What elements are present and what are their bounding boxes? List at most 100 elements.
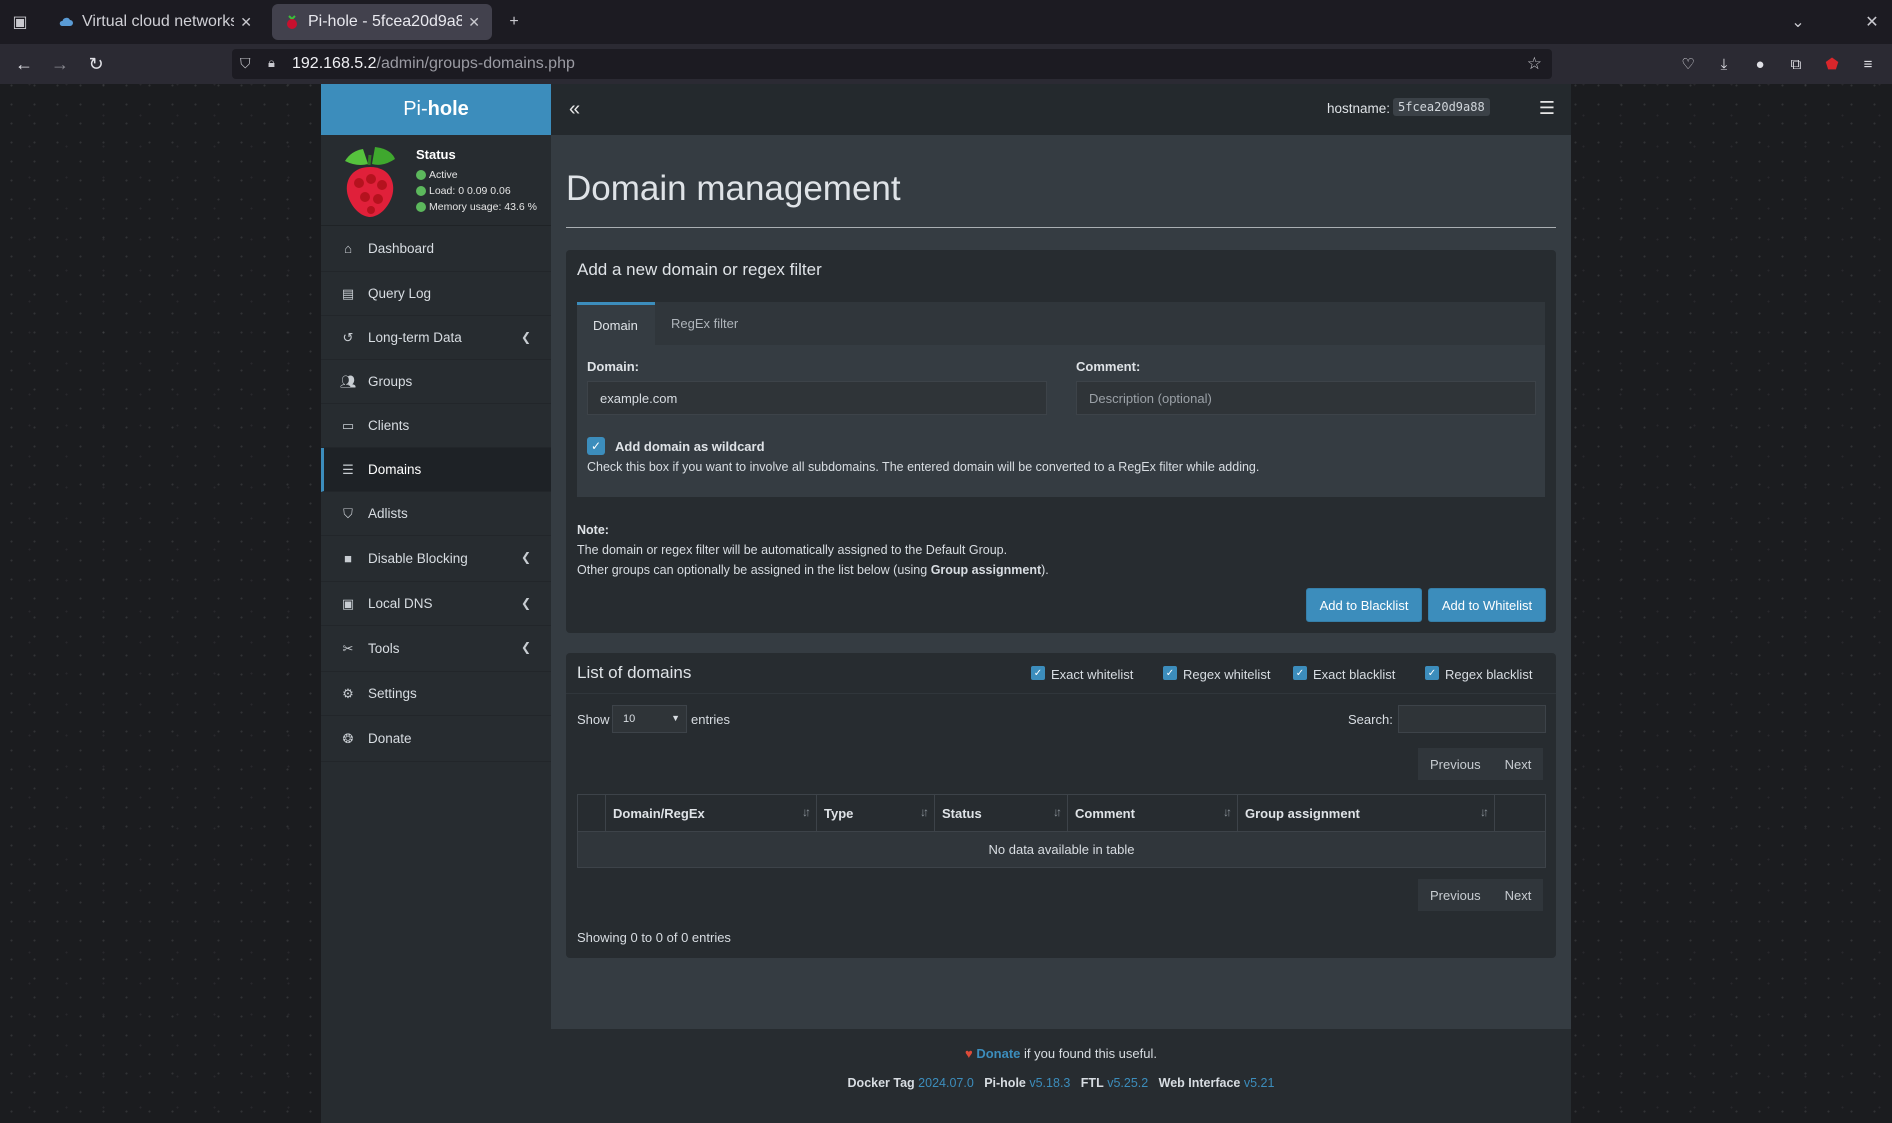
column-status[interactable]: Status ↓↑ — [935, 795, 1068, 831]
reload-icon[interactable]: ↻ — [84, 52, 108, 76]
tab-list-icon[interactable]: ▣ — [8, 10, 32, 34]
chevron-left-icon: ❮ — [520, 596, 531, 610]
file-icon: ▤ — [341, 285, 355, 301]
sidebar-item-tools[interactable]: ✂ Tools ❮ — [321, 626, 551, 672]
regex-whitelist-checkbox[interactable]: ✓ — [1163, 666, 1177, 680]
sidebar-item-donate[interactable]: ❂ Donate — [321, 716, 551, 762]
browser-tab-oracle[interactable]: Virtual cloud networks | C ✕ — [46, 4, 264, 40]
exact-whitelist-label[interactable]: Exact whitelist — [1051, 667, 1133, 682]
url-text[interactable]: 192.168.5.2/admin/groups-domains.php — [292, 55, 575, 73]
close-icon[interactable]: ✕ — [468, 14, 480, 31]
add-domain-box: Add a new domain or regex filter Domain … — [566, 250, 1556, 633]
status-title: Status — [416, 147, 456, 162]
back-arrow-icon[interactable]: ← — [12, 52, 36, 76]
status-active: Active — [416, 169, 458, 181]
top-navbar: « hostname: 5fcea20d9a88 ☰ — [551, 84, 1571, 135]
new-tab-icon[interactable]: + — [502, 10, 526, 34]
column-comment[interactable]: Comment ↓↑ — [1068, 795, 1238, 831]
status-dot — [416, 202, 426, 212]
column-type[interactable]: Type ↓↑ — [817, 795, 935, 831]
add-domain-header: Add a new domain or regex filter — [577, 260, 822, 279]
table-header: Domain/RegEx ↓↑ Type ↓↑ Status ↓↑ Comment ↓↑… — [578, 795, 1545, 831]
chevron-down-icon[interactable]: ⌄ — [1786, 10, 1810, 34]
exact-blacklist-checkbox[interactable]: ✓ — [1293, 666, 1307, 680]
tab-regex-filter[interactable]: RegEx filter — [655, 302, 754, 345]
ftl-version-link[interactable]: v5.25.2 — [1107, 1076, 1148, 1090]
previous-button[interactable]: Previous — [1418, 748, 1493, 780]
wildcard-label[interactable]: Add domain as wildcard — [615, 439, 765, 454]
chevron-left-icon: ❮ — [520, 330, 531, 344]
sidebar-item-dashboard[interactable]: ⌂ Dashboard — [321, 226, 551, 272]
shield-icon: ⛉ — [343, 505, 353, 521]
domains-table: Domain/RegEx ↓↑ Type ↓↑ Status ↓↑ Comment ↓↑… — [577, 794, 1546, 868]
tracking-shield-icon[interactable]: ⛉ — [240, 55, 256, 73]
pihole-logo[interactable]: Pi-hole — [321, 84, 551, 135]
comment-input[interactable]: Description (optional) — [1076, 381, 1536, 415]
previous-button[interactable]: Previous — [1418, 879, 1493, 911]
address-bar[interactable]: ⛉ 🔒︎ 192.168.5.2/admin/groups-domains.ph… — [232, 49, 1552, 79]
sort-icon: ↓↑ — [1223, 805, 1232, 819]
extensions-icon[interactable]: ⧉ — [1786, 54, 1806, 74]
column-domain-regex[interactable]: Domain/RegEx ↓↑ — [606, 795, 817, 831]
sidebar-item-clients[interactable]: ▭ Clients — [321, 404, 551, 448]
address-book-icon: ▣ — [341, 595, 355, 611]
bookmark-star-icon[interactable]: ☆ — [1527, 54, 1542, 74]
exact-whitelist-checkbox[interactable]: ✓ — [1031, 666, 1045, 680]
regex-whitelist-label[interactable]: Regex whitelist — [1183, 667, 1270, 682]
donate-link[interactable]: Donate — [976, 1046, 1020, 1061]
tools-icon: ✂ — [342, 640, 354, 656]
version-info: Docker Tag 2024.07.0 Pi-hole v5.18.3 FTL… — [847, 1076, 1275, 1090]
comment-label: Comment: — [1076, 359, 1141, 374]
sidebar-item-adlists[interactable]: ⛉ Adlists — [321, 492, 551, 536]
next-button[interactable]: Next — [1493, 748, 1544, 780]
raspberry-icon — [284, 14, 300, 30]
docker-tag-link[interactable]: 2024.07.0 — [918, 1076, 974, 1090]
status-dot — [416, 170, 426, 180]
select-column-header[interactable] — [578, 795, 606, 831]
search-input[interactable] — [1398, 705, 1546, 733]
entries-select[interactable]: 10 ▼ — [612, 705, 687, 733]
search-label: Search: — [1348, 712, 1393, 727]
sidebar-item-long-term-data[interactable]: ↺ Long-term Data ❮ — [321, 316, 551, 360]
next-button[interactable]: Next — [1493, 879, 1544, 911]
chevron-left-icon: ❮ — [520, 640, 531, 654]
regex-blacklist-checkbox[interactable]: ✓ — [1425, 666, 1439, 680]
window-close-icon[interactable]: ✕ — [1860, 10, 1884, 34]
download-icon[interactable]: ⤓ — [1714, 54, 1734, 74]
regex-blacklist-label[interactable]: Regex blacklist — [1445, 667, 1532, 682]
column-group-assignment[interactable]: Group assignment ↓↑ — [1238, 795, 1495, 831]
close-icon[interactable]: ✕ — [240, 14, 252, 31]
add-to-whitelist-button[interactable]: Add to Whitelist — [1428, 588, 1546, 622]
chevron-down-icon: ▼ — [671, 713, 680, 723]
menu-icon[interactable]: ≡ — [1858, 54, 1878, 74]
domain-list-box: List of domains ✓ Exact whitelist ✓ Rege… — [566, 653, 1556, 958]
domain-input[interactable]: example.com — [587, 381, 1047, 415]
sidebar-toggle-icon[interactable]: « — [569, 98, 580, 121]
pagination-bottom: Previous Next — [1418, 879, 1544, 911]
sidebar-item-settings[interactable]: ⚙ Settings — [321, 672, 551, 716]
sidebar-item-local-dns[interactable]: ▣ Local DNS ❮ — [321, 582, 551, 626]
wildcard-checkbox[interactable]: ✓ — [587, 437, 605, 455]
sidebar-item-groups[interactable]: 👥︎ Groups — [321, 360, 551, 404]
ublock-icon[interactable]: ⬟ — [1822, 54, 1842, 74]
pihole-version-link[interactable]: v5.18.3 — [1029, 1076, 1070, 1090]
empty-table-row: No data available in table — [578, 831, 1545, 867]
sidebar-item-domains[interactable]: ☰ Domains — [321, 448, 551, 492]
hamburger-menu-icon[interactable]: ☰ — [1539, 98, 1555, 119]
history-icon: ↺ — [342, 329, 354, 345]
web-interface-version-link[interactable]: v5.21 — [1244, 1076, 1275, 1090]
laptop-icon: ▭ — [341, 417, 355, 433]
bitwarden-icon[interactable]: ● — [1750, 54, 1770, 74]
pocket-icon[interactable]: ♡ — [1678, 54, 1698, 74]
donate-icon: ❂ — [342, 730, 354, 746]
add-to-blacklist-button[interactable]: Add to Blacklist — [1306, 588, 1422, 622]
sidebar-item-query-log[interactable]: ▤ Query Log — [321, 272, 551, 316]
lock-icon[interactable]: 🔒︎ — [268, 55, 275, 71]
status-memory: Memory usage: 43.6 % — [416, 201, 537, 213]
sidebar-item-disable-blocking[interactable]: ■ Disable Blocking ❮ — [321, 536, 551, 582]
tab-domain[interactable]: Domain — [577, 302, 655, 345]
forward-arrow-icon[interactable]: → — [48, 52, 72, 76]
browser-tab-pihole[interactable]: Pi-hole - 5fcea20d9a88 ✕ — [272, 4, 492, 40]
exact-blacklist-label[interactable]: Exact blacklist — [1313, 667, 1395, 682]
chevron-left-icon: ❮ — [520, 550, 531, 564]
